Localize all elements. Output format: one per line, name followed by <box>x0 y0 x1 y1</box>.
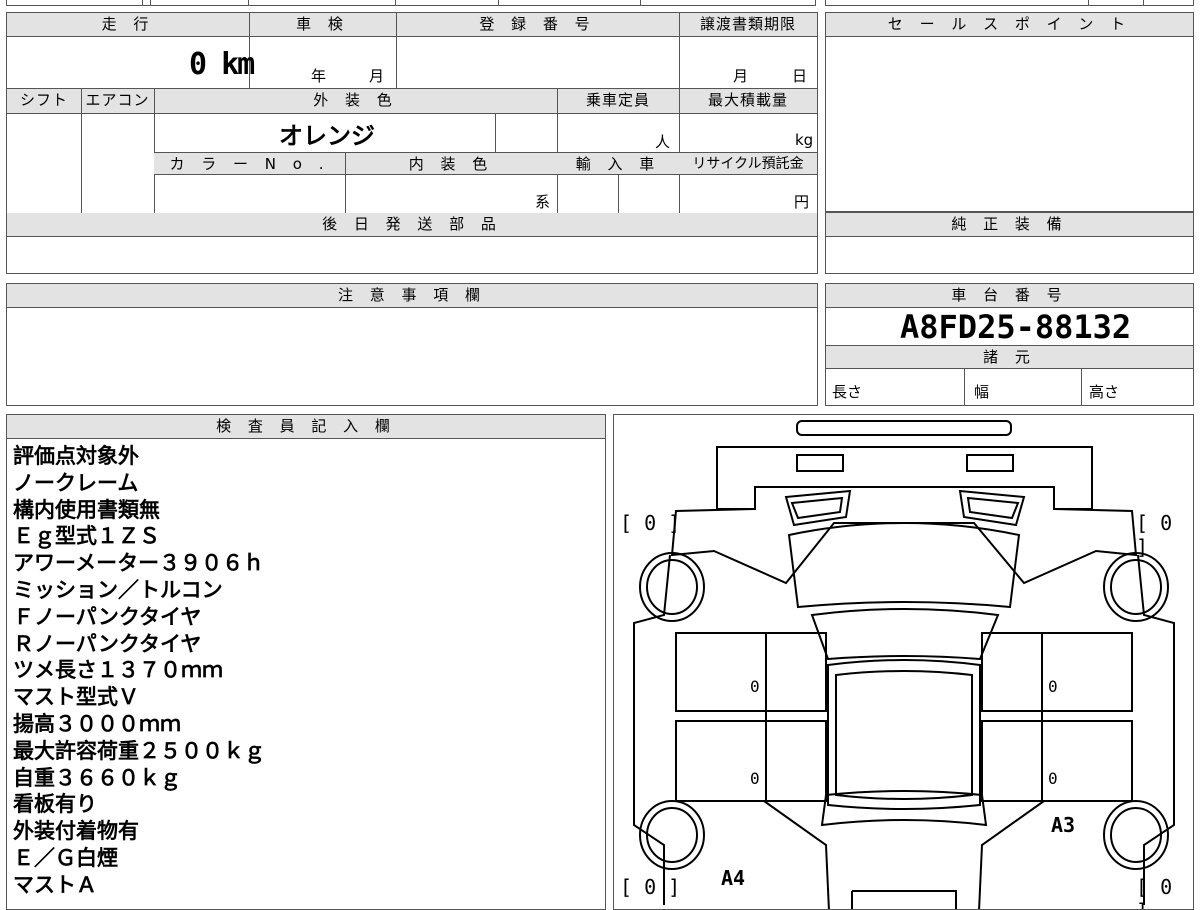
door-rear-left <box>675 720 827 802</box>
chassis-number: A8FD25-88132 <box>900 308 1132 346</box>
top-frame <box>716 446 1093 510</box>
roof <box>827 659 981 810</box>
chassis-header: 車 台 番 号 <box>826 284 1193 308</box>
sales-point-header: セ ー ル ス ポ イ ン ト <box>826 13 1193 37</box>
tire-rear-left-inner <box>646 807 698 863</box>
recycle-header: リサイクル預託金 <box>679 152 817 175</box>
door-rear-right <box>981 720 1133 802</box>
inspector-line: マスト型式Ｖ <box>13 685 139 710</box>
tire-front-right <box>1103 552 1169 622</box>
damage-mark-a3: A3 <box>1051 813 1076 837</box>
spec-height-label: 高さ <box>1089 383 1120 401</box>
transfer-month-label: 月 <box>733 67 749 85</box>
inspector-line: ノークレーム <box>13 470 139 495</box>
transfer-day-label: 日 <box>792 67 808 85</box>
upper-body <box>670 508 1138 585</box>
inspector-panel: 検 査 員 記 入 欄 評価点対象外 ノークレーム 構内使用書類無 Ｅｇ型式１ＺＳ アワ… <box>6 414 606 910</box>
recycle-unit: 円 <box>794 193 810 211</box>
sales-point-panel: セ ー ル ス ポ イ ン ト <box>825 12 1194 212</box>
import-header: 輸 入 車 <box>557 152 679 175</box>
tire-front-right-inner <box>1110 559 1162 615</box>
exterior-color-header: 外 装 色 <box>154 89 557 114</box>
rear-body <box>763 800 1045 909</box>
headlight-left-inner <box>790 496 844 520</box>
vehicle-diagram-panel: [ 0 ] [ 0 ] [ 0 ] [ 0 ] 0 0 0 0 A3 A4 <box>613 414 1194 910</box>
transfer-deadline-header: 譲渡書類期限 <box>679 13 817 37</box>
top-frame-slot-left <box>796 454 844 472</box>
inspector-line: 自重３６６０ｋｇ <box>13 765 181 790</box>
specs-header: 諸 元 <box>826 345 1193 369</box>
inspector-list: 評価点対象外 ノークレーム 構内使用書類無 Ｅｇ型式１ＺＳ アワーメーター３９０６ｈ ミッ… <box>13 443 265 899</box>
max-load-unit: kg <box>795 131 814 149</box>
door-rear-left-grade: 0 <box>750 769 760 788</box>
tire-front-left-inner <box>646 559 698 615</box>
headlight-right-inner <box>966 496 1020 520</box>
door-front-right-grade: 0 <box>1048 677 1058 696</box>
later-parts-header: 後 日 発 送 部 品 <box>7 213 817 237</box>
capacity-header: 乗車定員 <box>557 89 679 114</box>
inspection-header: 車 検 <box>249 13 396 37</box>
inspector-line: ツメ長さ１３７０ｍｍ <box>13 658 223 683</box>
genuine-equipment-panel: 純 正 装 備 <box>825 212 1194 274</box>
inspection-month-label: 月 <box>369 67 385 85</box>
roof-inner <box>835 670 973 800</box>
door-rear-right-grade: 0 <box>1048 769 1058 788</box>
forklift-diagram <box>633 420 1175 909</box>
inspector-line: 看板有り <box>13 792 97 817</box>
inspector-line: 最大許容荷重２５００ｋｇ <box>13 738 265 763</box>
inspector-line: Ｒノーパンクタイヤ <box>13 631 202 656</box>
notes-panel: 注 意 事 項 欄 <box>6 283 818 406</box>
door-front-left <box>675 632 827 712</box>
registration-header: 登 録 番 号 <box>396 13 679 37</box>
inspection-year-label: 年 <box>311 67 327 85</box>
inspector-line: 外装付着物有 <box>13 819 139 844</box>
inspector-line: Ｆノーパンクタイヤ <box>13 604 202 629</box>
tire-rear-right-inner <box>1110 807 1162 863</box>
door-front-left-grade: 0 <box>750 677 760 696</box>
vehicle-info-table: 走 行 車 検 登 録 番 号 譲渡書類期限 0 km 年 月 月 日 シフト … <box>6 12 818 274</box>
top-strip-right <box>825 0 1194 6</box>
inspector-line: ミッション／トルコン <box>13 577 223 602</box>
exterior-color-value: オレンジ <box>279 122 375 150</box>
top-frame-slot-right <box>966 454 1014 472</box>
inspector-line: 揚高３０００ｍｍ <box>13 711 181 736</box>
windshield <box>810 608 1000 661</box>
top-bar <box>796 420 1012 436</box>
top-strip <box>6 0 816 6</box>
inspector-line: マストＡ <box>13 872 97 897</box>
tire-front-left <box>639 552 705 622</box>
tire-rear-right-grade: [ 0 ] <box>1136 875 1173 909</box>
aircon-header: エアコン <box>81 89 154 114</box>
genuine-equipment-header: 純 正 装 備 <box>826 213 1193 237</box>
inspector-header: 検 査 員 記 入 欄 <box>7 415 605 439</box>
inspector-line: Ｅｇ型式１ＺＳ <box>13 524 160 549</box>
damage-mark-a4: A4 <box>721 866 746 890</box>
inspector-line: Ｅ／Ｇ白煙 <box>13 845 118 870</box>
interior-color-header: 内 装 色 <box>345 152 557 175</box>
notes-header: 注 意 事 項 欄 <box>7 284 817 308</box>
mileage-value: 0 km <box>189 47 255 82</box>
inspector-line: 評価点対象外 <box>13 444 139 468</box>
shift-header: シフト <box>7 89 81 114</box>
spec-width-label: 幅 <box>974 383 990 401</box>
mileage-header: 走 行 <box>7 13 249 37</box>
door-front-right <box>981 632 1133 712</box>
bumper-rear <box>851 890 957 909</box>
chassis-panel: 車 台 番 号 A8FD25-88132 諸 元 長さ 幅 高さ <box>825 283 1194 406</box>
max-load-header: 最大積載量 <box>679 89 817 114</box>
color-no-header: カ ラ ー N o . <box>154 152 345 175</box>
spec-length-label: 長さ <box>832 383 863 401</box>
inspector-line: アワーメーター３９０６ｈ <box>13 551 265 576</box>
interior-color-unit: 系 <box>535 193 551 211</box>
tire-front-left-grade: [ 0 ] <box>620 511 681 535</box>
capacity-unit: 人 <box>655 133 671 151</box>
inspector-line: 構内使用書類無 <box>13 497 160 522</box>
tire-rear-left-grade: [ 0 ] <box>620 875 681 899</box>
tire-front-right-grade: [ 0 ] <box>1136 511 1173 559</box>
